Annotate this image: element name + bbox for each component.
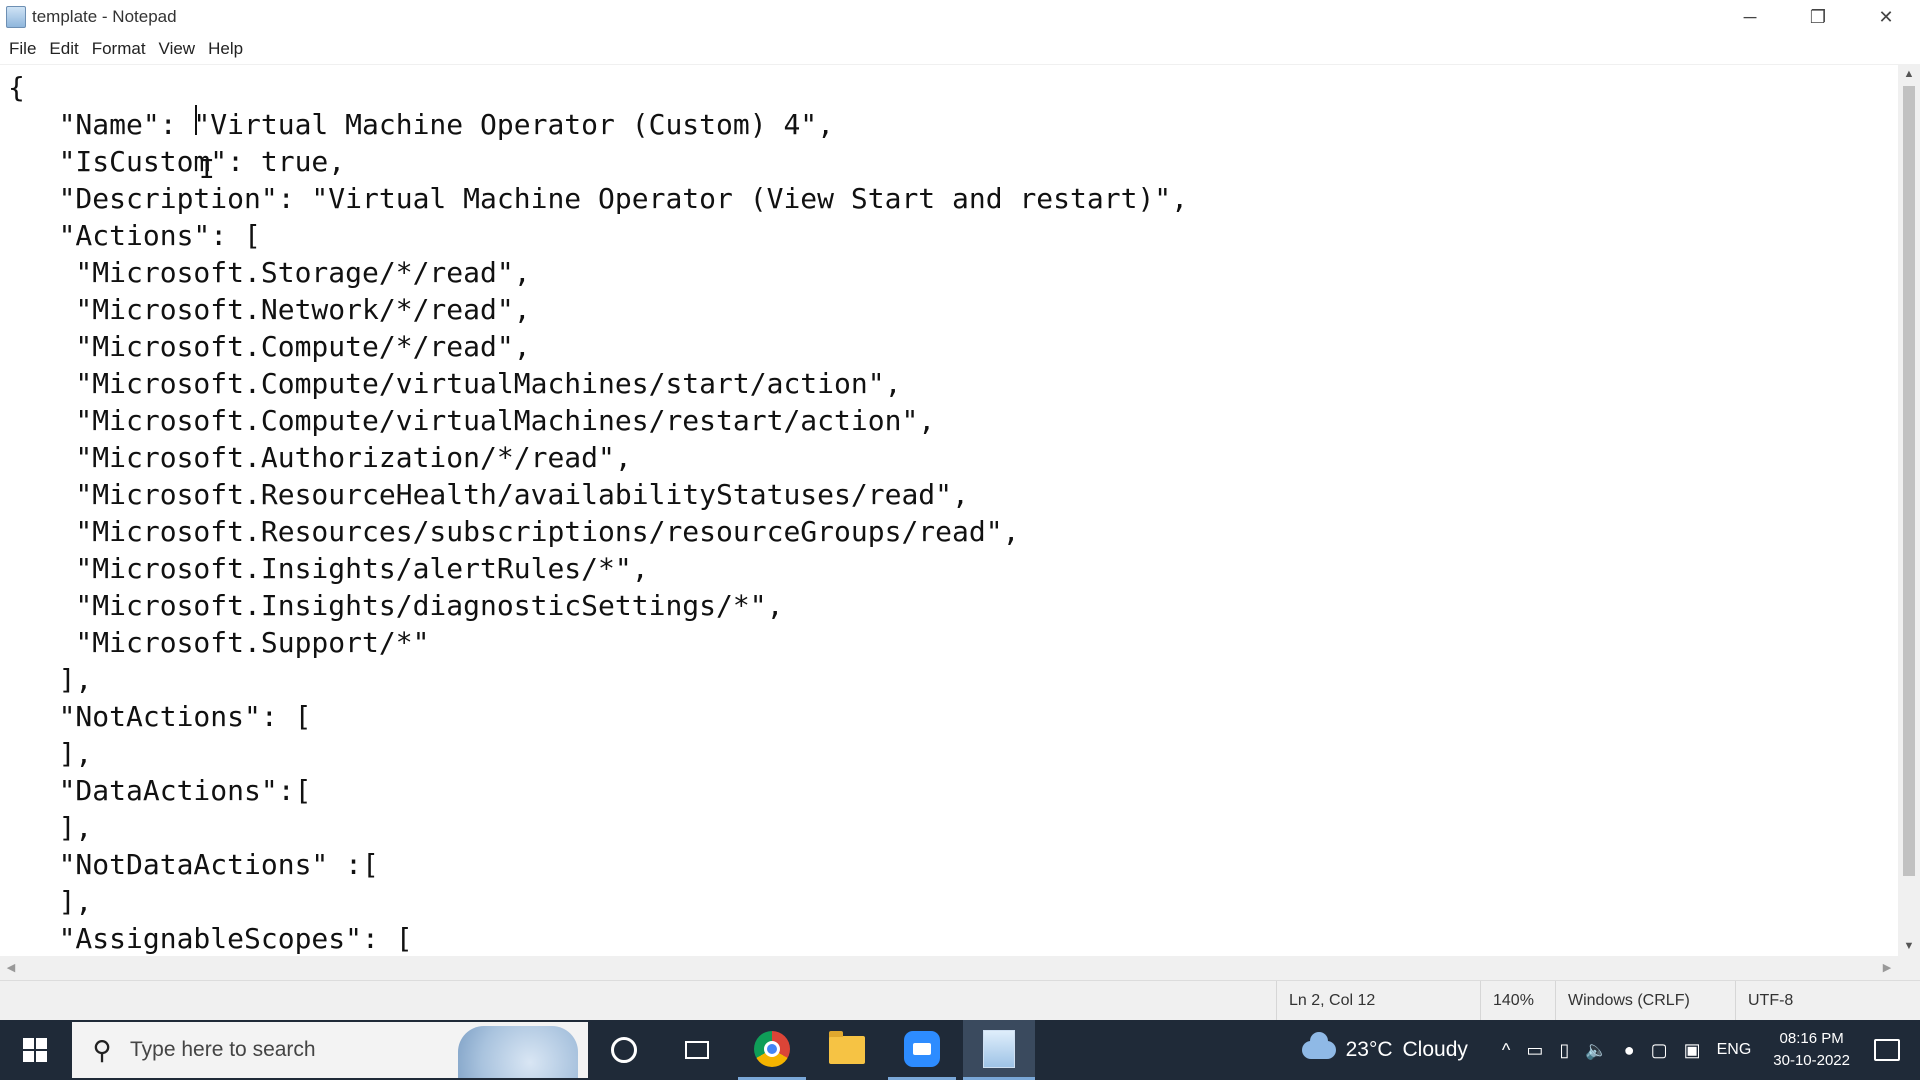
search-icon: ⚲ <box>92 1034 112 1065</box>
start-button[interactable] <box>0 1020 70 1080</box>
search-highlight-illustration <box>458 1026 578 1078</box>
scroll-left-icon[interactable]: ◀ <box>0 956 22 980</box>
cloud-icon <box>1301 1032 1336 1059</box>
cortana-button[interactable] <box>590 1020 658 1080</box>
scroll-up-icon[interactable]: ▲ <box>1898 64 1920 84</box>
window-title: template - Notepad <box>32 7 177 26</box>
ibeam-cursor-icon: I <box>199 155 215 185</box>
minimize-button[interactable]: ─ <box>1716 0 1784 34</box>
network-icon[interactable]: ▢ <box>1651 1040 1668 1061</box>
text-editor[interactable]: { "Name": "Virtual Machine Operator (Cus… <box>0 64 1898 957</box>
battery-icon[interactable]: ▯ <box>1559 1040 1569 1061</box>
menu-bar: File Edit Format View Help <box>0 36 251 62</box>
chrome-taskbar-button[interactable] <box>738 1020 806 1080</box>
weather-temperature: 23°C <box>1345 1038 1393 1061</box>
cortana-icon <box>611 1037 637 1063</box>
notepad-app-icon[interactable] <box>6 6 26 28</box>
clock-time: 08:16 PM <box>1779 1030 1844 1047</box>
input-language-indicator[interactable]: ENG <box>1717 1041 1752 1059</box>
clock-date: 30-10-2022 <box>1773 1052 1850 1069</box>
menu-view[interactable]: View <box>154 39 201 59</box>
editor-content[interactable]: { "Name": "Virtual Machine Operator (Cus… <box>8 69 1188 957</box>
volume-muted-icon[interactable]: 🔈 <box>1585 1040 1607 1061</box>
task-view-icon <box>685 1041 709 1059</box>
zoom-video-icon <box>904 1030 940 1067</box>
clock[interactable]: 08:16 PM 30-10-2022 <box>1773 1028 1850 1072</box>
status-cursor-position: Ln 2, Col 12 <box>1276 981 1459 1021</box>
zoom-taskbar-button[interactable] <box>888 1020 956 1080</box>
usb-drive-icon[interactable]: ▭ <box>1526 1040 1543 1061</box>
taskbar: ⚲ Type here to search 23°C Cloudy ^ ▭ ▯ … <box>0 1020 1920 1080</box>
scroll-right-icon[interactable]: ▶ <box>1876 956 1898 980</box>
menu-file[interactable]: File <box>4 39 41 59</box>
scrollbar-corner <box>1898 956 1920 980</box>
close-button[interactable]: ✕ <box>1852 0 1920 34</box>
menu-help[interactable]: Help <box>203 39 248 59</box>
status-encoding: UTF-8 <box>1735 981 1918 1021</box>
display-icon[interactable]: ▣ <box>1684 1040 1701 1061</box>
chrome-icon <box>754 1030 790 1067</box>
status-bar: Ln 2, Col 12 140% Windows (CRLF) UTF-8 <box>0 980 1920 1021</box>
notepad-taskbar-button[interactable] <box>963 1020 1035 1080</box>
windows-logo-icon <box>23 1038 47 1062</box>
menu-format[interactable]: Format <box>87 39 151 59</box>
weather-widget[interactable]: 23°C Cloudy <box>1301 1032 1468 1062</box>
text-caret <box>195 105 197 135</box>
task-view-button[interactable] <box>663 1020 731 1080</box>
folder-icon <box>829 1031 865 1064</box>
title-bar: template - Notepad ─ ❐ ✕ <box>0 0 1920 34</box>
vertical-scroll-thumb[interactable] <box>1903 86 1915 876</box>
microphone-icon[interactable]: ● <box>1624 1040 1635 1061</box>
notepad-icon <box>983 1029 1015 1068</box>
system-tray: 23°C Cloudy ^ ▭ ▯ 🔈 ● ▢ ▣ ENG 08:16 PM 3… <box>1301 1020 1920 1080</box>
horizontal-scrollbar[interactable]: ◀ ▶ <box>0 956 1898 980</box>
status-zoom: 140% <box>1480 981 1553 1021</box>
vertical-scrollbar[interactable]: ▲ ▼ <box>1898 64 1920 956</box>
restore-button[interactable]: ❐ <box>1784 0 1852 34</box>
search-placeholder: Type here to search <box>130 1038 316 1061</box>
notification-center-icon[interactable] <box>1874 1039 1900 1061</box>
show-hidden-icons-chevron-up-icon[interactable]: ^ <box>1502 1040 1510 1061</box>
taskbar-search-box[interactable]: ⚲ Type here to search <box>72 1022 588 1078</box>
menu-edit[interactable]: Edit <box>44 39 83 59</box>
weather-condition: Cloudy <box>1402 1038 1468 1061</box>
status-line-ending: Windows (CRLF) <box>1555 981 1728 1021</box>
scroll-down-icon[interactable]: ▼ <box>1898 936 1920 956</box>
window-controls: ─ ❐ ✕ <box>1716 0 1920 34</box>
file-explorer-button[interactable] <box>813 1020 881 1080</box>
